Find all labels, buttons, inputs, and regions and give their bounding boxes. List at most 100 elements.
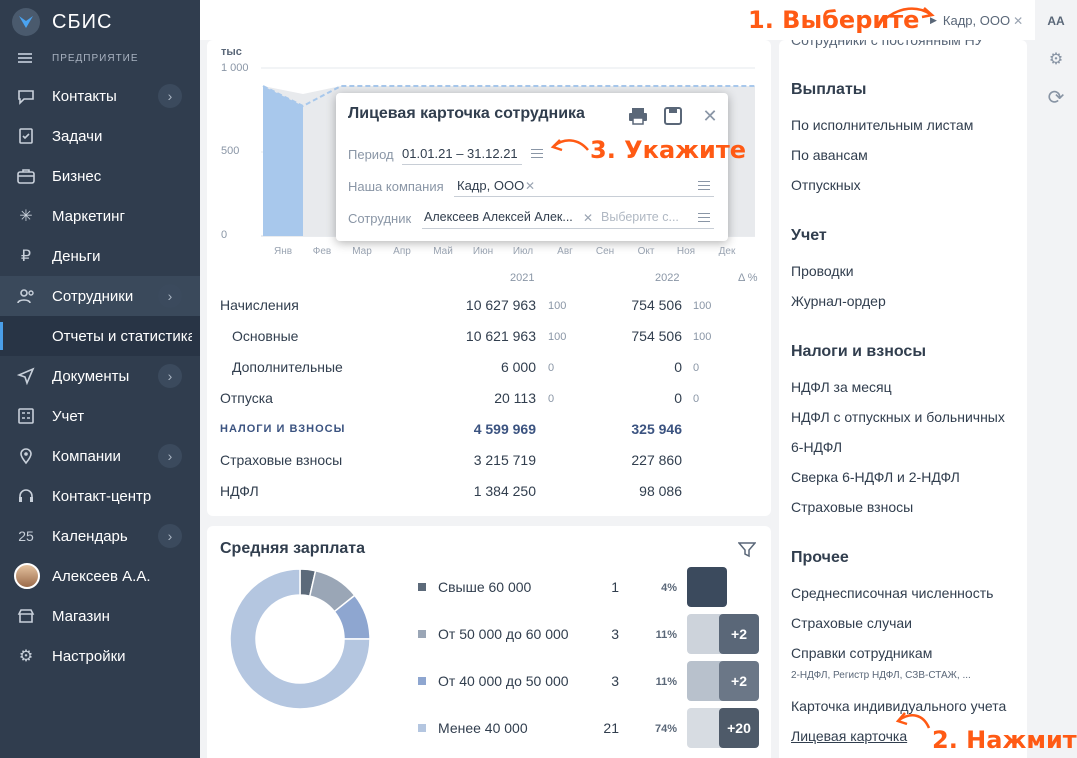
period-menu-icon[interactable] <box>531 149 543 158</box>
org-switcher[interactable]: ПРЕДПРИЯТИЕ <box>0 44 200 72</box>
logo[interactable]: СБИС <box>0 0 200 44</box>
store-icon <box>14 604 38 628</box>
stat-value: 1 384 250 <box>473 483 536 499</box>
menu-icon[interactable] <box>18 53 32 63</box>
clear-icon[interactable]: ✕ <box>583 211 593 225</box>
section-title: Налоги и взносы <box>791 343 926 360</box>
save-icon[interactable] <box>661 105 685 127</box>
stat-value: 4 599 969 <box>473 421 536 437</box>
chart-month: Июн <box>472 246 494 257</box>
more-count: +2 <box>731 673 747 689</box>
reports-panel: Сотрудники с постоянным НУ Выплаты По ис… <box>779 40 1027 758</box>
chevron-right-icon[interactable]: › <box>158 444 182 468</box>
users-icon <box>14 284 38 308</box>
dialog-title: Лицевая карточка сотрудника <box>348 105 585 122</box>
annotation-arrow <box>550 139 589 152</box>
company-selector[interactable]: ▶ Кадр, ООО ✕ <box>930 13 1023 28</box>
sidebar-item-money[interactable]: ₽ Деньги <box>0 236 200 276</box>
sidebar-item-settings[interactable]: ⚙ Настройки <box>0 636 200 676</box>
sidebar-item-reports[interactable]: Отчеты и статистика <box>0 316 200 356</box>
sidebar-item-documents[interactable]: Документы › <box>0 356 200 396</box>
more-avatars[interactable]: +2 <box>719 614 759 654</box>
sidebar-item-label: Сотрудники <box>52 287 134 305</box>
employee-search-input[interactable]: Выберите с... <box>601 210 679 224</box>
print-icon[interactable] <box>626 105 650 127</box>
sidebar-item-accounting[interactable]: Учет <box>0 396 200 436</box>
report-link[interactable]: Отпускных <box>791 177 861 193</box>
sidebar-item-calendar[interactable]: 25 Календарь › <box>0 516 200 556</box>
calendar-icon: 25 <box>18 528 34 544</box>
personal-card-link[interactable]: Лицевая карточка <box>791 728 907 744</box>
legend-pct: 4% <box>661 582 677 594</box>
stat-section-label: НАЛОГИ И ВЗНОСЫ <box>220 423 346 435</box>
report-link[interactable]: НДФЛ за месяц <box>791 379 892 395</box>
sidebar-item-tasks[interactable]: Задачи <box>0 116 200 156</box>
company-field[interactable]: Кадр, ООО <box>457 178 524 193</box>
sidebar-item-store[interactable]: Магазин <box>0 596 200 636</box>
location-icon <box>14 444 38 468</box>
stat-label: Начисления <box>220 297 299 313</box>
chevron-right-icon[interactable]: › <box>158 284 182 308</box>
refresh-icon[interactable]: ⟳ <box>1035 78 1077 116</box>
close-icon[interactable]: ✕ <box>698 105 722 127</box>
sidebar-item-label: Алексеев А.А. <box>52 567 151 585</box>
legend-swatch <box>418 630 426 638</box>
sidebar-item-label: Контакт-центр <box>52 487 152 505</box>
report-link[interactable]: Среднесписочная численность <box>791 585 993 601</box>
chevron-right-icon[interactable]: › <box>158 524 182 548</box>
sidebar-item-label: Деньги <box>52 247 101 265</box>
gear-icon[interactable]: ⚙ <box>1035 40 1077 78</box>
sidebar-item-employees[interactable]: Сотрудники › <box>0 276 200 316</box>
org-label: ПРЕДПРИЯТИЕ <box>52 52 139 64</box>
employee-menu-icon[interactable] <box>698 213 710 222</box>
legend-pct: 11% <box>655 676 677 688</box>
font-size-icon[interactable]: AA <box>1035 2 1077 40</box>
report-link[interactable]: НДФЛ с отпускных и больничных <box>791 409 1005 425</box>
filter-icon[interactable] <box>737 542 757 561</box>
chart-month: Дек <box>718 246 736 257</box>
stat-value: 6 000 <box>500 359 536 375</box>
employee-avatar[interactable] <box>687 567 727 607</box>
report-link[interactable]: Страховые случаи <box>791 615 912 631</box>
chevron-right-icon[interactable]: › <box>158 84 182 108</box>
period-label: Период <box>348 147 394 162</box>
employee-field[interactable]: Алексеев Алексей Алек... <box>424 210 573 224</box>
more-avatars[interactable]: +20 <box>719 708 759 748</box>
report-link[interactable]: Проводки <box>791 263 854 279</box>
more-count: +20 <box>727 720 751 736</box>
chat-icon <box>14 84 38 108</box>
report-link[interactable]: Страховые взносы <box>791 499 913 515</box>
sidebar-item-contacts[interactable]: Контакты › <box>0 76 200 116</box>
sidebar-item-business[interactable]: Бизнес <box>0 156 200 196</box>
clear-icon[interactable]: ✕ <box>525 179 535 193</box>
legend-label: От 50 000 до 60 000 <box>438 626 569 642</box>
company-menu-icon[interactable] <box>698 181 710 190</box>
report-link[interactable]: 6-НДФЛ <box>791 439 842 455</box>
chart-month: Мар <box>352 246 372 257</box>
sidebar-item-label: Учет <box>52 407 85 425</box>
chart-month: Янв <box>273 246 293 257</box>
legend-count: 1 <box>611 579 619 595</box>
sidebar-item-label: Календарь <box>52 527 128 545</box>
sidebar-item-label: Магазин <box>52 607 110 625</box>
sidebar-item-label: Маркетинг <box>52 207 125 225</box>
briefcase-icon <box>14 164 38 188</box>
sidebar-item-marketing[interactable]: ✳ Маркетинг <box>0 196 200 236</box>
average-salary-card: Средняя зарплата Свыше 60 000 1 4% От 50… <box>207 526 771 758</box>
sidebar-item-profile[interactable]: Алексеев А.А. <box>0 556 200 596</box>
report-link[interactable]: Справки сотрудникам <box>791 645 932 661</box>
section-title: Учет <box>791 227 827 244</box>
close-icon[interactable]: ✕ <box>1013 14 1023 28</box>
report-link[interactable]: По исполнительным листам <box>791 117 973 133</box>
report-link[interactable]: Сверка 6-НДФЛ и 2-НДФЛ <box>791 469 960 485</box>
legend-swatch <box>418 724 426 732</box>
more-avatars[interactable]: +2 <box>719 661 759 701</box>
report-link[interactable]: По авансам <box>791 147 868 163</box>
period-field[interactable]: 01.01.21 – 31.12.21 <box>402 146 518 161</box>
report-link[interactable]: Журнал-ордер <box>791 293 886 309</box>
chevron-right-icon[interactable]: › <box>158 364 182 388</box>
legend-count: 21 <box>603 720 619 736</box>
sidebar-item-contact-center[interactable]: Контакт-центр <box>0 476 200 516</box>
sidebar-item-companies[interactable]: Компании › <box>0 436 200 476</box>
stat-pct: 0 <box>548 393 555 405</box>
